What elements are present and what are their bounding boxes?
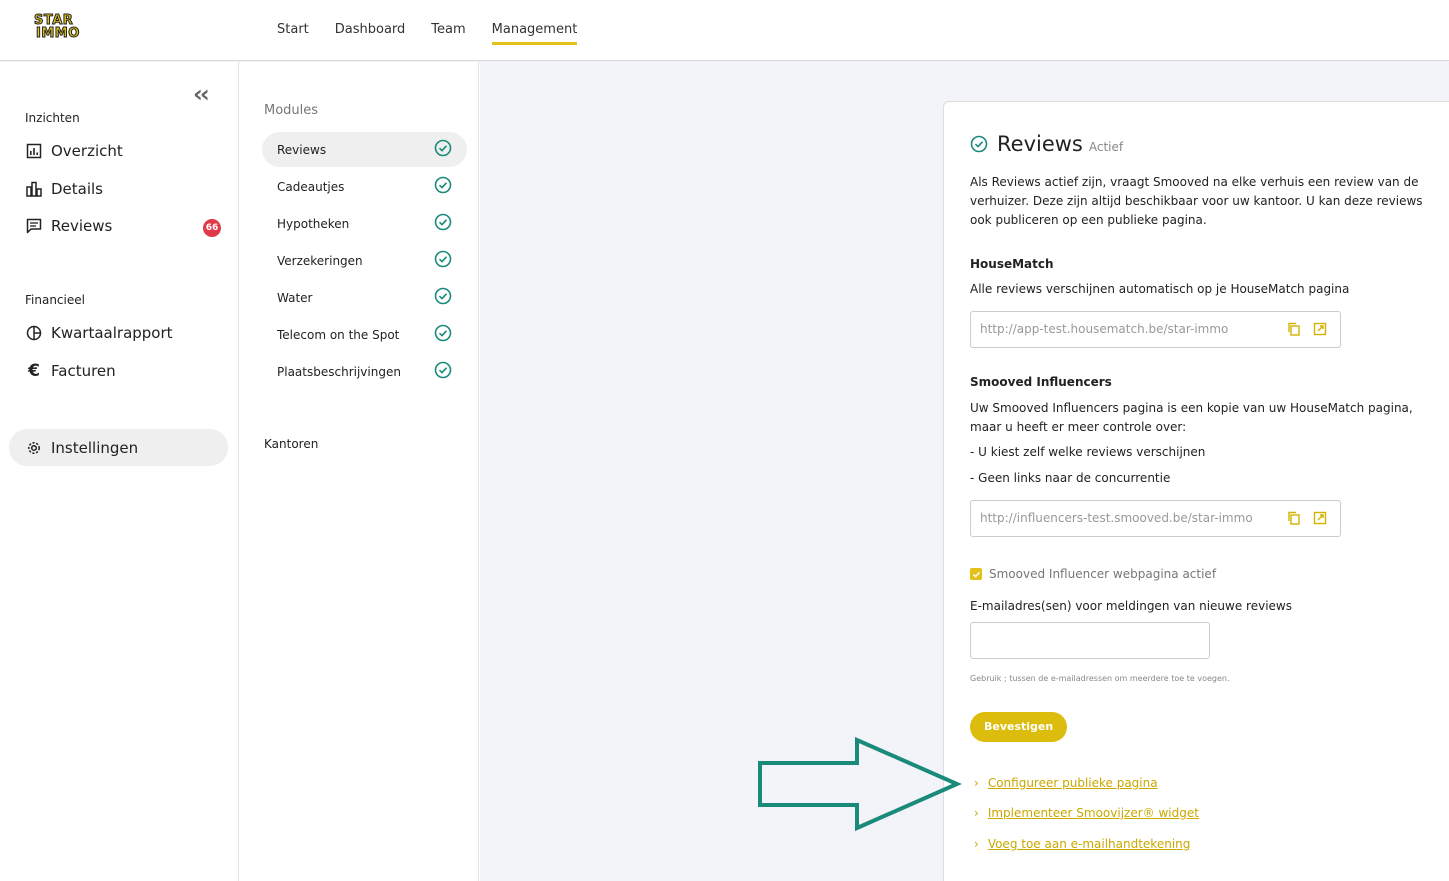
check-circle-icon	[970, 135, 988, 153]
url-text: http://app-test.housematch.be/star-immo	[980, 322, 1229, 336]
module-item-reviews[interactable]: Reviews	[262, 132, 467, 167]
main-content: Reviews Actief Als Reviews actief zijn, …	[480, 62, 1449, 881]
external-link-icon[interactable]	[1313, 511, 1327, 525]
section-label-financial: Financieel	[25, 293, 85, 307]
sidebar-item-overzicht[interactable]: Overzicht	[25, 142, 123, 160]
sidebar: ‹‹ Inzichten Overzicht Details Reviews 6…	[0, 62, 239, 881]
influencer-active-checkbox[interactable]	[970, 568, 982, 580]
module-item-verzekeringen[interactable]: Verzekeringen	[262, 243, 467, 278]
status-label: Actief	[1088, 140, 1124, 154]
nav-management[interactable]: Management	[491, 22, 578, 45]
check-circle-icon	[434, 361, 452, 379]
link-implement-widget[interactable]: › Implementeer Smoovijzer® widget	[974, 806, 1199, 820]
reviews-count-badge: 66	[203, 219, 221, 237]
influencers-heading: Smooved Influencers	[970, 375, 1112, 389]
module-label: Hypotheken	[277, 216, 350, 231]
copy-icon[interactable]	[1287, 511, 1301, 525]
top-bar: STAR IMMO Start Dashboard Team Managemen…	[0, 0, 1449, 61]
module-label: Telecom on the Spot	[277, 327, 400, 342]
check-circle-icon	[434, 287, 452, 305]
sidebar-item-label: Facturen	[51, 362, 116, 380]
confirm-button[interactable]: Bevestigen	[970, 712, 1068, 742]
housematch-heading: HouseMatch	[970, 257, 1054, 271]
housematch-url-field[interactable]: http://app-test.housematch.be/star-immo	[970, 311, 1341, 348]
sidebar-item-instellingen[interactable]: Instellingen	[9, 429, 228, 466]
influencers-url-field[interactable]: http://influencers-test.smooved.be/star-…	[970, 500, 1341, 537]
email-label: E-mailadres(sen) voor meldingen van nieu…	[970, 599, 1292, 613]
module-item-telecom[interactable]: Telecom on the Spot	[262, 317, 467, 352]
influencer-active-row: Smooved Influencer webpagina actief	[970, 567, 1216, 581]
annotation-arrow-icon	[758, 737, 962, 832]
module-item-plaatsbeschrijvingen[interactable]: Plaatsbeschrijvingen	[262, 354, 467, 389]
intro-text: Als Reviews actief zijn, vraagt Smooved …	[970, 175, 1423, 227]
chevron-right-icon: ›	[974, 806, 979, 820]
checkmark-icon	[972, 571, 980, 578]
link-label: Voeg toe aan e-mailhandtekening	[987, 837, 1191, 851]
check-circle-icon	[434, 213, 452, 231]
link-label: Implementeer Smoovijzer® widget	[987, 806, 1199, 820]
check-circle-icon	[434, 250, 452, 268]
email-input[interactable]	[970, 622, 1210, 659]
comment-icon	[25, 217, 43, 235]
chevron-right-icon: ›	[974, 837, 979, 851]
module-label: Verzekeringen	[277, 253, 363, 268]
module-item-cadeautjes[interactable]: Cadeautjes	[262, 169, 467, 204]
sidebar-item-label: Kwartaalrapport	[51, 324, 173, 342]
gear-icon	[25, 439, 43, 457]
star-immo-logo[interactable]: STAR IMMO	[32, 14, 82, 42]
pie-chart-icon	[25, 324, 43, 342]
url-text: http://influencers-test.smooved.be/star-…	[980, 511, 1253, 525]
bar-chart-icon	[25, 180, 43, 198]
link-configure-public-page[interactable]: › Configureer publieke pagina	[974, 776, 1158, 790]
module-label: Reviews	[277, 142, 327, 157]
euro-icon: €	[28, 361, 40, 381]
check-circle-icon	[434, 324, 452, 342]
card-title: Reviews	[997, 132, 1083, 156]
nav-team[interactable]: Team	[431, 22, 465, 45]
external-link-icon[interactable]	[1313, 322, 1327, 336]
nav-dashboard[interactable]: Dashboard	[335, 22, 406, 45]
nav-start[interactable]: Start	[277, 22, 309, 45]
influencers-bullet-2: - Geen links naar de concurrentie	[970, 471, 1171, 485]
section-label-insights: Inzichten	[25, 111, 80, 125]
reviews-card: Reviews Actief Als Reviews actief zijn, …	[943, 101, 1449, 881]
influencers-bullet-1: - U kiest zelf welke reviews verschijnen	[970, 445, 1206, 459]
link-email-signature[interactable]: › Voeg toe aan e-mailhandtekening	[974, 837, 1190, 851]
chevron-right-icon: ›	[974, 776, 979, 790]
email-hint: Gebruik ; tussen de e-mailadressen om me…	[970, 674, 1230, 683]
checkbox-label: Smooved Influencer webpagina actief	[989, 567, 1217, 581]
check-circle-icon	[434, 139, 452, 157]
sidebar-item-details[interactable]: Details	[25, 180, 103, 198]
sidebar-item-label: Details	[51, 180, 104, 198]
top-navigation: Start Dashboard Team Management	[277, 22, 603, 45]
chart-box-icon	[25, 142, 43, 160]
influencers-description: Uw Smooved Influencers pagina is een kop…	[970, 401, 1413, 434]
sidebar-item-kwartaalrapport[interactable]: Kwartaalrapport	[25, 324, 173, 342]
sidebar-item-label: Reviews	[51, 217, 113, 235]
module-label: Water	[277, 290, 313, 305]
kantoren-link[interactable]: Kantoren	[264, 437, 318, 451]
modules-panel: Modules Reviews Cadeautjes Hypotheken Ve…	[240, 62, 479, 881]
sidebar-item-facturen[interactable]: € Facturen	[25, 361, 116, 381]
check-circle-icon	[434, 176, 452, 194]
sidebar-item-reviews[interactable]: Reviews	[25, 217, 112, 235]
module-label: Cadeautjes	[277, 179, 345, 194]
module-item-hypotheken[interactable]: Hypotheken	[262, 206, 467, 241]
collapse-sidebar-icon[interactable]: ‹‹	[193, 80, 210, 108]
link-label: Configureer publieke pagina	[987, 776, 1158, 790]
logo-line-2: IMMO	[36, 26, 80, 41]
sidebar-item-label: Overzicht	[51, 142, 123, 160]
housematch-description: Alle reviews verschijnen automatisch op …	[970, 282, 1350, 296]
module-item-water[interactable]: Water	[262, 280, 467, 315]
copy-icon[interactable]	[1287, 322, 1301, 336]
sidebar-item-label: Instellingen	[51, 438, 139, 457]
module-label: Plaatsbeschrijvingen	[277, 364, 401, 379]
modules-title: Modules	[264, 103, 319, 118]
card-header: Reviews Actief	[970, 132, 1123, 156]
